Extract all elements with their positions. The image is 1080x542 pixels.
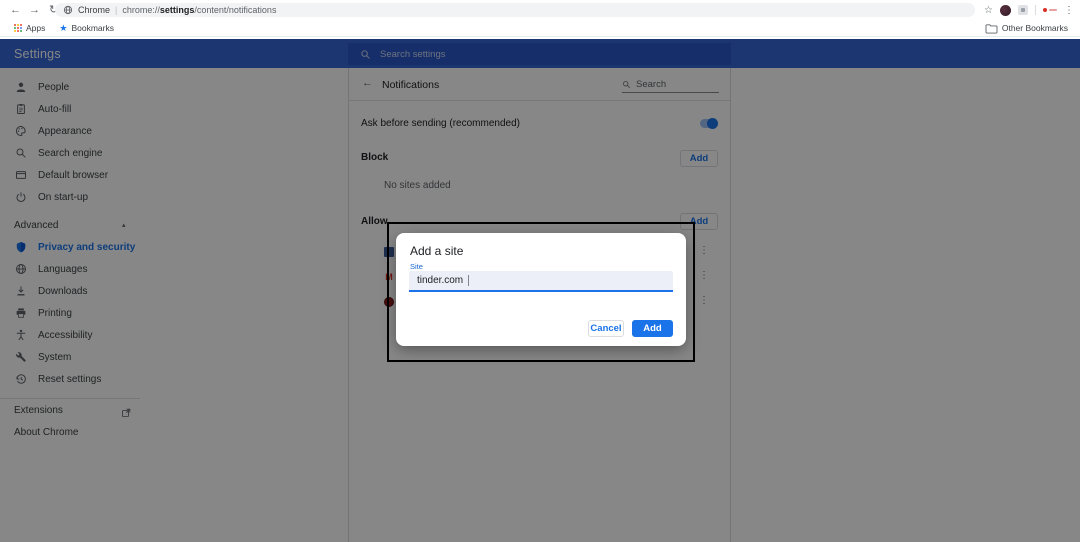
bookmarks-shortcut[interactable]: ★ Bookmarks [59, 23, 114, 34]
profile-avatar[interactable] [1000, 5, 1011, 16]
text-caret [468, 275, 469, 286]
globe-icon [63, 5, 73, 15]
toolbar-divider [1035, 5, 1036, 15]
star-icon: ★ [59, 23, 67, 34]
omnibox-separator: | [115, 5, 117, 15]
site-field-label: Site [410, 262, 423, 271]
address-bar[interactable]: Chrome | chrome://settings/content/notif… [55, 3, 975, 17]
apps-label: Apps [26, 23, 45, 33]
bookmarks-bar: Apps ★ Bookmarks Other Bookmarks [0, 20, 1080, 37]
folder-icon [985, 23, 998, 34]
extension-icon[interactable] [1018, 5, 1028, 15]
site-input-value: tinder.com [417, 275, 463, 286]
add-site-dialog: Add a site Site tinder.com Cancel Add [396, 233, 686, 346]
dialog-add-button[interactable]: Add [632, 320, 673, 337]
other-bookmarks-label: Other Bookmarks [1002, 23, 1068, 33]
apps-shortcut[interactable]: Apps [14, 23, 45, 33]
bookmark-star-icon[interactable]: ☆ [984, 5, 993, 16]
other-bookmarks[interactable]: Other Bookmarks [985, 23, 1068, 34]
red-indicator-icon [1043, 8, 1057, 12]
dialog-title: Add a site [410, 244, 463, 258]
apps-grid-icon [14, 24, 22, 32]
cancel-button[interactable]: Cancel [588, 320, 624, 337]
url-text: chrome://settings/content/notifications [122, 5, 276, 15]
back-icon[interactable]: ← [10, 1, 21, 19]
browser-toolbar: ← → ↻ Chrome | chrome://settings/content… [0, 0, 1080, 20]
browser-menu-icon[interactable]: ⋮ [1064, 5, 1074, 16]
bookmarks-label: Bookmarks [71, 23, 114, 33]
site-name-chip: Chrome [78, 5, 110, 15]
forward-icon[interactable]: → [29, 1, 40, 19]
site-input[interactable]: tinder.com [409, 271, 673, 292]
